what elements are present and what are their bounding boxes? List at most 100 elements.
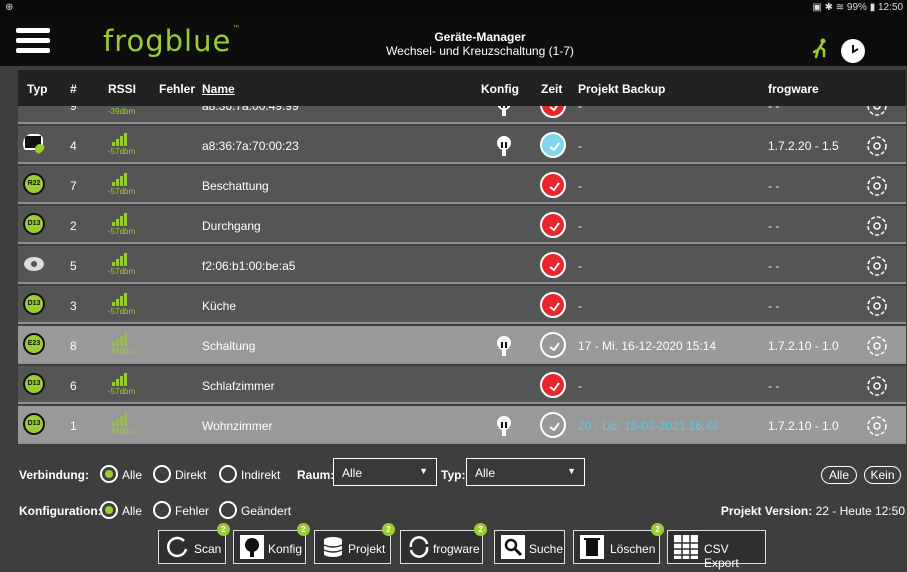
table-row[interactable]: 5 -57dbm f2:06:b1:00:be:a5 - - - — [18, 246, 906, 284]
zeit-clock-icon[interactable] — [540, 172, 566, 198]
battery-device-icon — [23, 106, 45, 115]
gear-icon[interactable] — [864, 173, 890, 199]
zeit-clock-icon[interactable] — [540, 412, 566, 438]
device-nr: 4 — [70, 139, 77, 153]
raum-select[interactable]: Alle ▼ — [333, 458, 437, 486]
loeschen-button[interactable]: Löschen 2 — [573, 523, 664, 564]
rssi-value: -57dbm — [108, 187, 136, 196]
table-row[interactable]: R22 7 -57dbm Beschattung - - - — [18, 166, 906, 204]
col-nr[interactable]: # — [70, 82, 77, 96]
radio-geaendert[interactable] — [219, 501, 237, 519]
radio-label: Fehler — [175, 504, 210, 518]
radio-verbindung-alle[interactable] — [100, 465, 118, 483]
csv-export-button[interactable]: CSV Export — [667, 530, 766, 570]
projekt-backup: 17 - Mi. 16-12-2020 15:14 — [578, 339, 717, 353]
zeit-clock-icon[interactable] — [540, 372, 566, 398]
gear-icon[interactable] — [864, 253, 890, 279]
status-left: ⊕ — [5, 2, 14, 13]
count-badge: 2 — [651, 523, 664, 536]
frogware-version: - - — [768, 379, 780, 393]
frogware-version: - - — [768, 299, 780, 313]
konfig-icon[interactable] — [496, 136, 512, 156]
projekt-backup: - — [578, 106, 582, 113]
signal-icon: -57dbm — [106, 212, 136, 240]
device-nr: 7 — [70, 179, 77, 193]
konfig-icon[interactable] — [496, 106, 512, 116]
device-nr: 1 — [70, 419, 77, 433]
table-row[interactable]: 4 -57dbm a8:36:7a:70:00:23 - 1.7.2.20 - 1.5 — [18, 126, 906, 164]
frogware-version: 1.7.2.20 - 1.5 — [768, 139, 839, 153]
frogware-version: - - — [768, 219, 780, 233]
table-row[interactable]: D13 3 -57dbm Küche - - - — [18, 286, 906, 324]
refresh-icon — [409, 536, 429, 558]
zeit-clock-icon[interactable] — [540, 106, 566, 118]
radio-fehler[interactable] — [153, 501, 171, 519]
walker-icon[interactable] — [810, 37, 832, 59]
projekt-button[interactable]: Projekt 2 — [314, 523, 395, 564]
device-table[interactable]: 9 -39dbm a8:36:7a:00:49:99 - - - 4 -57dbm a8:36… — [18, 106, 906, 444]
col-backup[interactable]: Projekt Backup — [578, 82, 665, 96]
table-row[interactable]: E23 8 -32dbm Schaltung 17 - Mi. 16-12-2020 1… — [18, 326, 906, 364]
zeit-clock-icon[interactable] — [540, 212, 566, 238]
suche-button[interactable]: Suche — [494, 530, 565, 564]
zeit-clock-icon[interactable] — [540, 332, 566, 358]
table-export-icon — [674, 535, 698, 559]
gear-icon[interactable] — [864, 213, 890, 239]
konfig-icon[interactable] — [496, 416, 512, 436]
table-row[interactable]: 9 -39dbm a8:36:7a:00:49:99 - - - — [18, 106, 906, 124]
col-konfig[interactable]: Konfig — [481, 82, 519, 96]
radio-indirekt[interactable] — [219, 465, 237, 483]
table-row[interactable]: D13 1 -32dbm Wohnzimmer 20 - Do. 18-03-2021 … — [18, 406, 906, 444]
device-name: a8:36:7a:00:49:99 — [202, 106, 299, 113]
gear-icon[interactable] — [864, 373, 890, 399]
menu-icon[interactable] — [16, 28, 50, 54]
count-badge: 2 — [382, 523, 395, 536]
radio-konfig-alle[interactable] — [100, 501, 118, 519]
gear-icon[interactable] — [864, 413, 890, 439]
device-name: Schlafzimmer — [202, 379, 275, 393]
radio-direkt[interactable] — [153, 465, 171, 483]
bottom-toolbar: Scan 2 Konfig 2 Projekt 2 frogware 2 Suche Lösche… — [0, 523, 907, 572]
zeit-clock-icon[interactable] — [540, 132, 566, 158]
button-label: CSV Export — [704, 542, 739, 570]
device-name: a8:36:7a:70:00:23 — [202, 139, 299, 153]
konfig-button[interactable]: Konfig 2 — [233, 523, 310, 564]
gear-icon[interactable] — [864, 333, 890, 359]
filter-panel: Verbindung: Alle Direkt Indirekt Raum: A… — [0, 452, 907, 532]
module-icon: R22 — [23, 173, 45, 195]
module-icon: D13 — [23, 373, 45, 395]
projekt-backup: 20 - Do. 18-03-2021 16:48 — [578, 419, 719, 433]
typ-select[interactable]: Alle ▼ — [466, 458, 585, 486]
gear-icon[interactable] — [864, 106, 890, 119]
frogware-button[interactable]: frogware 2 — [400, 523, 487, 564]
gear-icon[interactable] — [864, 293, 890, 319]
app-bar: frogblue™ Geräte-Manager Wechsel- und Kr… — [0, 16, 907, 66]
module-icon: D13 — [23, 293, 45, 315]
col-rssi[interactable]: RSSI — [108, 82, 136, 96]
table-row[interactable]: D13 2 -57dbm Durchgang - - - — [18, 206, 906, 244]
konfig-icon[interactable] — [496, 336, 512, 356]
scan-button[interactable]: Scan 2 — [158, 523, 230, 564]
signal-icon: -32dbm — [106, 332, 136, 360]
rssi-value: -39dbm — [108, 107, 136, 116]
rssi-value: -57dbm — [108, 147, 136, 156]
zeit-clock-icon[interactable] — [540, 252, 566, 278]
col-fehler[interactable]: Fehler — [159, 82, 195, 96]
select-none-button[interactable]: Kein — [864, 466, 901, 484]
button-label: Scan — [194, 542, 222, 556]
col-typ[interactable]: Typ — [27, 82, 47, 96]
col-frogware[interactable]: frogware — [768, 82, 819, 96]
device-nr: 8 — [70, 339, 77, 353]
select-all-button[interactable]: Alle — [821, 466, 857, 484]
device-nr: 5 — [70, 259, 77, 273]
zeit-clock-icon[interactable] — [540, 292, 566, 318]
gear-icon[interactable] — [864, 133, 890, 159]
table-row[interactable]: D13 6 -57dbm Schlafzimmer - - - — [18, 366, 906, 404]
frogware-version: - - — [768, 106, 780, 113]
radio-label: Direkt — [175, 468, 207, 482]
rssi-value: -57dbm — [108, 227, 136, 236]
clock-icon[interactable] — [841, 39, 865, 63]
col-name[interactable]: Name — [202, 82, 235, 96]
col-zeit[interactable]: Zeit — [541, 82, 562, 96]
trash-icon — [580, 535, 604, 559]
